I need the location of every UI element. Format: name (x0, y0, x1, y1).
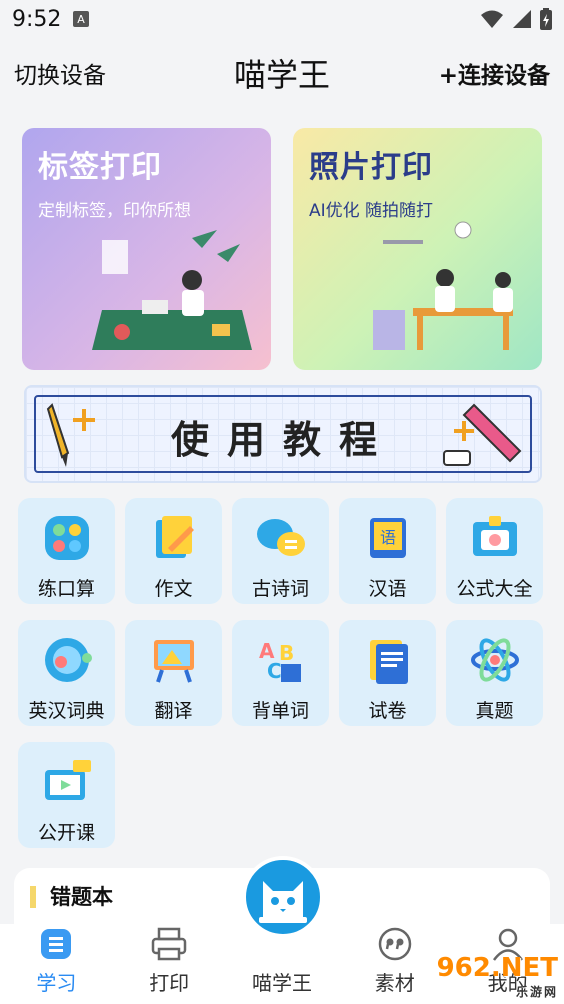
atom-icon (470, 638, 519, 682)
status-bar: 9:52 A (0, 0, 564, 38)
tile-oral-arithmetic[interactable]: 练口算 (18, 498, 115, 604)
wifi-icon (481, 10, 503, 28)
signal-icon (513, 10, 531, 28)
watermark-text: 962.NET (436, 953, 558, 983)
tile-past-exams[interactable]: 真题 (446, 620, 543, 726)
calculator-icon (44, 516, 89, 560)
id-card-icon (472, 516, 517, 556)
tile-chinese[interactable]: 语 汉语 (339, 498, 436, 604)
svg-text:A: A (78, 13, 86, 26)
function-grid: 练口算 作文 古诗词 语 汉语 公式大全 英汉词典 翻译 ABC 背单词 试卷 … (18, 498, 544, 848)
page-title: 喵学王 (233, 56, 331, 94)
tile-exam-papers[interactable]: 试卷 (339, 620, 436, 726)
battery-icon (540, 8, 552, 30)
feature-cards: 标签打印 定制标签，印你所想 照片打印 AI优化 随拍随打 (22, 128, 542, 370)
label-print-card[interactable]: 标签打印 定制标签，印你所想 (22, 128, 271, 370)
tile-vocabulary[interactable]: ABC 背单词 (232, 620, 329, 726)
tile-label: 背单词 (251, 700, 309, 722)
easel-icon (153, 640, 194, 683)
abc-icon: A BC (259, 639, 301, 683)
tab-miaoxuewang[interactable]: 喵学王 (232, 967, 332, 996)
app-header: 切换设备 喵学王 +连接设备 (0, 38, 564, 108)
tile-ancient-poetry[interactable]: 古诗词 (232, 498, 329, 604)
tutorial-title: 使用教程 (170, 417, 395, 462)
tab-label: 打印 (149, 971, 190, 995)
study-icon (41, 929, 72, 959)
chinese-book-icon: 语 (369, 518, 406, 558)
tile-label: 试卷 (368, 700, 407, 722)
switch-device-button[interactable]: 切换设备 (14, 56, 106, 90)
label-print-subtitle: 定制标签，印你所想 (38, 201, 191, 221)
tile-composition[interactable]: 作文 (125, 498, 222, 604)
status-time: 9:52 (12, 6, 62, 32)
svg-text:语: 语 (379, 528, 395, 547)
photo-print-subtitle: AI优化 随拍随打 (309, 201, 434, 221)
cat-logo-icon (259, 881, 307, 923)
tile-label: 汉语 (368, 578, 407, 600)
tab-label: 喵学王 (251, 971, 312, 995)
tutorial-banner[interactable]: 使用教程 (24, 385, 542, 483)
printer-icon (151, 927, 187, 961)
tab-print[interactable]: 打印 (119, 927, 219, 996)
tab-label: 素材 (374, 971, 415, 995)
connect-device-button[interactable]: +连接设备 (439, 56, 550, 90)
tile-translate[interactable]: 翻译 (125, 620, 222, 726)
cat-logo-button[interactable] (242, 856, 324, 938)
exam-paper-icon (369, 640, 408, 684)
tile-label: 古诗词 (251, 578, 309, 600)
label-print-illustration (92, 230, 252, 350)
globe-icon (44, 638, 92, 682)
site-watermark: 962.NET 乐游网 (437, 953, 558, 1000)
tile-label: 英汉词典 (28, 700, 105, 722)
pen-paper-icon (155, 516, 194, 558)
svg-text:C: C (267, 659, 282, 683)
tile-label: 真题 (475, 700, 514, 722)
photo-print-illustration (373, 221, 513, 350)
photo-print-card[interactable]: 照片打印 AI优化 随拍随打 (293, 128, 542, 370)
tile-open-course[interactable]: 公开课 (18, 742, 115, 848)
tile-label: 作文 (154, 578, 193, 600)
label-print-title: 标签打印 (38, 150, 162, 185)
tile-label: 翻译 (154, 700, 193, 722)
watermark-sub: 乐游网 (515, 985, 558, 999)
video-screen-icon (44, 760, 91, 800)
tile-label: 公开课 (37, 822, 95, 844)
tile-label: 练口算 (37, 578, 95, 600)
quote-icon (378, 927, 412, 961)
tab-study[interactable]: 学习 (6, 927, 106, 996)
photo-print-title: 照片打印 (309, 150, 433, 185)
tile-label: 公式大全 (456, 578, 533, 600)
notification-a-icon: A (73, 11, 90, 27)
tile-formulas[interactable]: 公式大全 (446, 498, 543, 604)
tab-label: 学习 (36, 971, 77, 995)
chat-bubbles-icon (256, 519, 305, 556)
tab-materials[interactable]: 素材 (345, 927, 445, 996)
tile-dictionary[interactable]: 英汉词典 (18, 620, 115, 726)
